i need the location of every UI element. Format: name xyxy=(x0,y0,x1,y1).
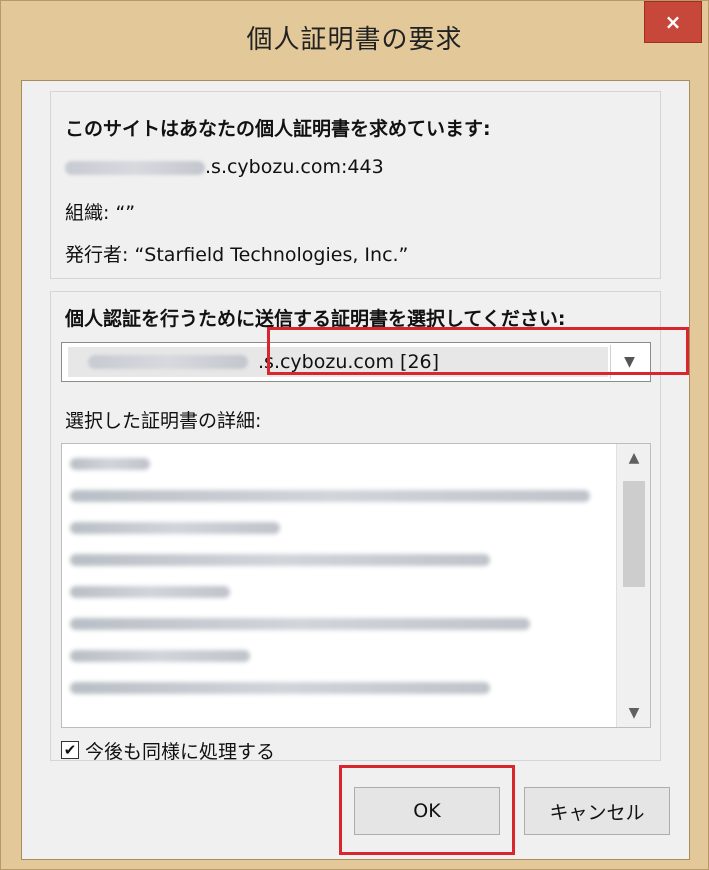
redacted-detail-line xyxy=(70,586,230,598)
redacted-host xyxy=(65,160,205,175)
dialog-client-area: このサイトはあなたの個人証明書を求めています: .s.cybozu.com:44… xyxy=(21,80,690,860)
site-domain: .s.cybozu.com:443 xyxy=(205,156,384,178)
close-icon: × xyxy=(664,10,682,34)
certificate-dropdown[interactable]: .s.cybozu.com [26] ▼ xyxy=(61,342,651,382)
redacted-detail-line xyxy=(70,490,590,502)
checkmark-icon: ✔ xyxy=(63,740,77,759)
redacted-detail-line xyxy=(70,554,490,566)
ok-button[interactable]: OK xyxy=(354,787,500,835)
redacted-detail-line xyxy=(70,650,250,662)
site-info-group: このサイトはあなたの個人証明書を求めています: .s.cybozu.com:44… xyxy=(50,91,661,279)
cancel-button[interactable]: キャンセル xyxy=(524,787,670,835)
dropdown-selection: .s.cybozu.com [26] xyxy=(68,347,608,377)
dialog-title: 個人証明書の要求 xyxy=(246,25,463,55)
close-button[interactable]: × xyxy=(644,1,702,43)
redacted-detail-line xyxy=(70,458,150,470)
details-label: 選択した証明書の詳細: xyxy=(65,410,262,432)
select-heading: 個人認証を行うために送信する証明書を選択してください: xyxy=(65,308,566,330)
redacted-detail-line xyxy=(70,522,280,534)
certificate-request-dialog: 個人証明書の要求 × このサイトはあなたの個人証明書を求めています: .s.cy… xyxy=(0,0,709,870)
site-address: .s.cybozu.com:443 xyxy=(65,156,384,178)
chevron-down-icon[interactable]: ▼ xyxy=(617,699,650,727)
remember-choice-label: 今後も同様に処理する xyxy=(85,740,276,763)
site-info-heading: このサイトはあなたの個人証明書を求めています: xyxy=(65,118,491,140)
redacted-certificate-name xyxy=(88,355,248,369)
issuer-label: 発行者: “Starfield Technologies, Inc.” xyxy=(65,244,409,266)
remember-choice-row[interactable]: ✔ 今後も同様に処理する xyxy=(61,736,275,764)
title-bar[interactable]: 個人証明書の要求 × xyxy=(1,1,708,81)
organization-label: 組織: “” xyxy=(65,202,136,224)
certificate-select-group: 個人認証を行うために送信する証明書を選択してください: .s.cybozu.co… xyxy=(50,291,661,764)
scrollbar-thumb[interactable] xyxy=(623,481,645,587)
dropdown-value: .s.cybozu.com [26] xyxy=(258,351,440,373)
redacted-detail-line xyxy=(70,618,530,630)
redacted-detail-line xyxy=(70,682,490,694)
remember-choice-checkbox[interactable]: ✔ xyxy=(61,741,79,759)
certificate-details-box[interactable]: ▲ ▼ xyxy=(61,443,651,728)
details-scrollbar[interactable]: ▲ ▼ xyxy=(616,444,650,727)
chevron-up-icon[interactable]: ▲ xyxy=(617,444,650,472)
chevron-down-icon[interactable]: ▼ xyxy=(610,345,648,379)
